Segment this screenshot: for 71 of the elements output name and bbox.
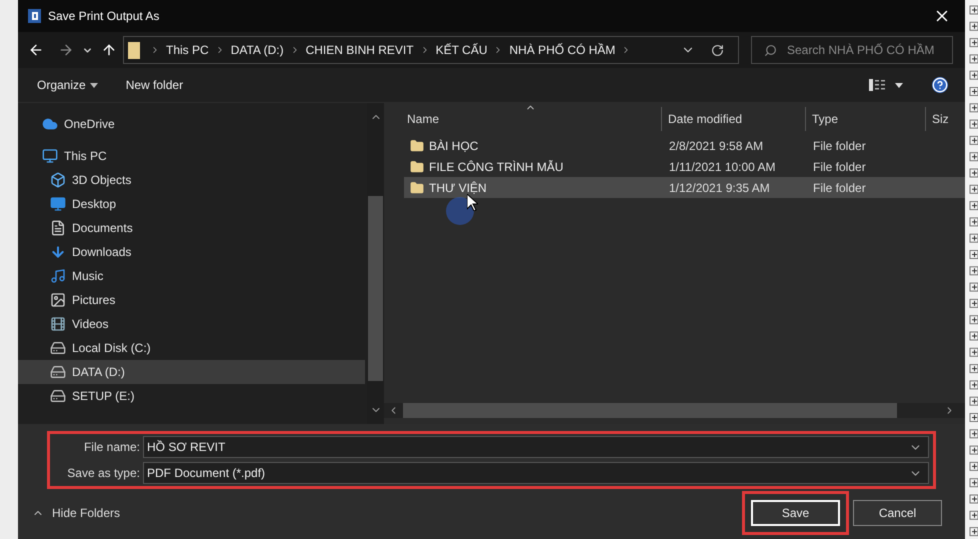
search-field[interactable]: Search NHÀ PHỐ CÓ HẦM: [751, 36, 953, 64]
picture-icon: [50, 292, 66, 308]
dialog-button[interactable]: Save: [751, 500, 840, 526]
sidebar-item[interactable]: OneDrive: [18, 112, 365, 136]
cube-icon: [50, 172, 66, 188]
file-name: BÀI HỌC: [429, 138, 478, 154]
monitor-icon: [50, 196, 66, 212]
sidebar-item[interactable]: SETUP (E:): [18, 384, 365, 408]
music-note-icon: [50, 268, 66, 284]
system-drive-icon: [50, 340, 66, 356]
window-title: Save Print Output As: [48, 8, 160, 25]
sidebar-item[interactable]: Local Disk (C:): [18, 336, 365, 360]
folder-icon: [410, 180, 424, 194]
breadcrumb[interactable]: KẾT CẤU: [436, 41, 488, 59]
file-row[interactable]: THƯ VIỆN 1/12/2021 9:35 AM File folder: [404, 177, 965, 198]
file-row[interactable]: FILE CÔNG TRÌNH MẪU 1/11/2021 10:00 AM File folder: [404, 156, 965, 177]
monitor-icon: [42, 148, 58, 164]
view-options-icon[interactable]: [869, 79, 885, 91]
breadcrumb[interactable]: This PC: [166, 41, 209, 59]
sidebar-item[interactable]: Pictures: [18, 288, 365, 312]
field-label: Save as type:: [66, 465, 141, 482]
sidebar-item[interactable]: 3D Objects: [18, 168, 365, 192]
caret-icon[interactable]: [895, 82, 903, 88]
sidebar-item[interactable]: DATA (D:): [18, 360, 365, 384]
column-header[interactable]: Name: [404, 107, 661, 131]
breadcrumb[interactable]: DATA (D:): [230, 41, 284, 59]
file-type: File folder: [812, 158, 866, 176]
breadcrumb[interactable]: NHÀ PHỐ CÓ HẦM: [509, 41, 616, 59]
film-icon: [50, 316, 66, 332]
file-row[interactable]: BÀI HỌC 2/8/2021 9:58 AM File folder: [404, 135, 965, 156]
new-folder-button[interactable]: New folder: [126, 76, 184, 94]
cursor-icon: [467, 194, 478, 211]
up-icon[interactable]: [101, 42, 117, 58]
sidebar-item[interactable]: Music: [18, 264, 365, 288]
folder-icon: [128, 42, 140, 58]
cloud-icon: [42, 116, 58, 132]
sidebar-item[interactable]: Desktop: [18, 192, 365, 216]
drive-icon: [50, 388, 66, 404]
date-modified: 2/8/2021 9:58 AM: [668, 138, 764, 154]
download-icon: [50, 244, 66, 260]
folder-icon: [410, 160, 424, 174]
date-modified: 1/12/2021 9:35 AM: [668, 180, 771, 196]
file-name: THƯ VIỆN: [429, 180, 487, 196]
search-icon: [764, 44, 777, 56]
dialog-button[interactable]: Cancel: [853, 500, 942, 526]
breadcrumb[interactable]: CHIEN BINH REVIT: [306, 41, 414, 59]
sidebar-item[interactable]: Documents: [18, 216, 365, 240]
help-icon[interactable]: [932, 77, 948, 93]
sidebar-item[interactable]: Videos: [18, 312, 365, 336]
file-type: File folder: [812, 138, 866, 154]
back-icon[interactable]: [28, 42, 44, 58]
file-name: FILE CÔNG TRÌNH MẪU: [429, 158, 564, 176]
column-header[interactable]: Type: [805, 107, 925, 131]
organize-button[interactable]: Organize: [37, 76, 98, 94]
app-icon: [28, 9, 41, 23]
address-bar[interactable]: This PC DATA (D:) CHIEN BINH REVIT KẾT CẤU NHÀ PHỐ CÓ HẦM: [123, 36, 739, 64]
sidebar-item[interactable]: This PC: [18, 144, 365, 168]
folder-icon: [410, 138, 424, 152]
forward-icon[interactable]: [58, 42, 74, 58]
file-type: File folder: [812, 180, 866, 196]
input-field[interactable]: PDF Document (*.pdf): [143, 462, 929, 484]
refresh-icon[interactable]: [711, 44, 724, 56]
date-modified: 1/11/2021 10:00 AM: [668, 158, 777, 176]
caret-icon: [90, 82, 98, 88]
drive-icon: [50, 364, 66, 380]
field-label: File name:: [82, 439, 141, 456]
document-icon: [50, 220, 66, 236]
hide-folders-button[interactable]: Hide Folders: [32, 504, 120, 522]
sidebar-item[interactable]: Downloads: [18, 240, 365, 264]
input-field[interactable]: HỒ SƠ REVIT: [143, 436, 929, 458]
column-header[interactable]: Date modified: [661, 107, 805, 131]
